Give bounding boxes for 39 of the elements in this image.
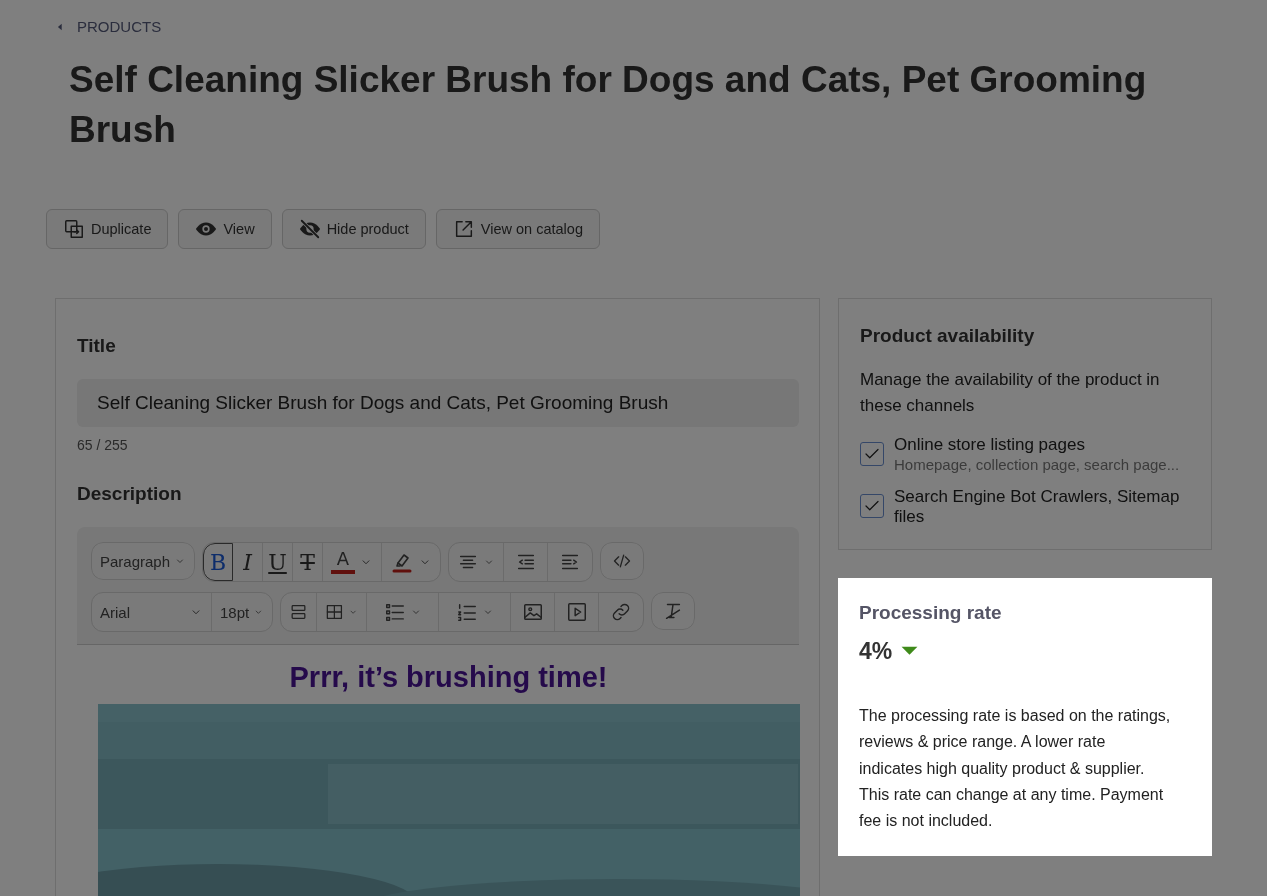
- product-title: Self Cleaning Slicker Brush for Dogs and Cats, Pet Grooming Brush: [69, 58, 1148, 152]
- checkbox[interactable]: [860, 442, 884, 466]
- checkbox[interactable]: [860, 494, 884, 518]
- strikethrough-button[interactable]: T: [293, 543, 323, 581]
- video-icon: [565, 601, 588, 623]
- card-description: Manage the availability of the product in these channels: [860, 369, 1161, 417]
- bullet-list-icon: [383, 601, 406, 623]
- rate-value: 4%: [859, 638, 893, 665]
- numbered-list-icon: [455, 601, 478, 623]
- hide-product-button[interactable]: Hide product: [281, 209, 426, 249]
- clear-formatting-button[interactable]: [651, 592, 695, 630]
- card-description: The processing rate is based on the ratings, reviews & price range. A lower rate indicates high quality product & supplier. This rate can change at any time. Payment fee is not included.: [859, 706, 1172, 832]
- eye-slash-icon: [298, 218, 321, 240]
- link-icon: [610, 601, 632, 623]
- description-label: Description: [77, 483, 183, 505]
- card-title: Product availability: [860, 325, 1036, 347]
- duplicate-button[interactable]: Duplicate: [46, 209, 169, 249]
- channel-label: Search Engine Bot Crawlers, Sitemap files: [894, 487, 1181, 527]
- title-label: Title: [77, 335, 117, 357]
- channel-label: Online store listing pages: [894, 435, 1086, 455]
- font-family-dropdown[interactable]: Arial: [92, 593, 212, 631]
- character-count: 65 / 255: [77, 437, 129, 453]
- breadcrumb-link[interactable]: PRODUCTS: [77, 18, 162, 35]
- view-button[interactable]: View: [178, 209, 272, 249]
- block-format-dropdown[interactable]: Paragraph: [91, 542, 195, 580]
- view-on-catalog-button[interactable]: View on catalog: [435, 209, 600, 249]
- image-icon: [521, 601, 544, 623]
- bold-button[interactable]: B: [203, 543, 233, 581]
- card-title: Processing rate: [859, 602, 1003, 624]
- content-heading: Prrr, it’s brushing time!: [289, 661, 608, 694]
- title-input[interactable]: Self Cleaning Slicker Brush for Dogs and Cats, Pet Grooming Brush: [77, 379, 799, 427]
- text-color-button[interactable]: A: [323, 543, 382, 581]
- channel-hint: Homepage, collection page, search page...: [894, 455, 1180, 475]
- font-size-dropdown[interactable]: 18pt: [212, 593, 272, 631]
- italic-button[interactable]: I: [233, 543, 263, 581]
- copy-icon: [63, 218, 85, 240]
- source-code-button[interactable]: [600, 542, 644, 580]
- caret-left-icon: [55, 21, 65, 32]
- underline-button[interactable]: U: [263, 543, 293, 581]
